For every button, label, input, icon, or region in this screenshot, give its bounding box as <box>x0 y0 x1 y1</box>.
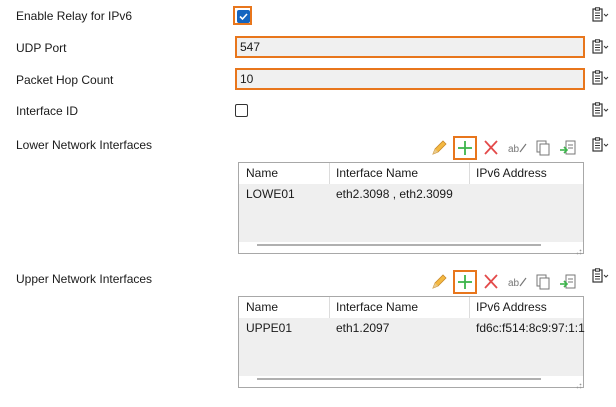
table-body: LOWE01 eth2.3098 , eth2.3099 <box>239 184 583 242</box>
horizontal-scrollbar[interactable] <box>257 378 541 380</box>
column-header-ipv6-address[interactable]: IPv6 Address <box>469 163 585 184</box>
checkmark-icon <box>237 10 250 23</box>
delete-icon[interactable] <box>480 137 502 159</box>
hop-count-input[interactable]: 10 <box>235 68 585 90</box>
enable-relay-checkbox[interactable] <box>233 6 252 25</box>
clipboard-menu-icon[interactable] <box>591 102 609 118</box>
udp-port-input[interactable]: 547 <box>235 36 585 58</box>
lower-interfaces-table[interactable]: Name Interface Name IPv6 Address LOWE01 … <box>238 162 584 255</box>
resize-grip-icon[interactable] <box>574 244 582 255</box>
column-header-name[interactable]: Name <box>239 297 329 318</box>
clipboard-menu-icon[interactable] <box>591 70 609 86</box>
clipboard-menu-icon[interactable] <box>591 137 609 153</box>
table-row[interactable]: UPPE01 eth1.2097 fd6c:f514:8c9:97:1:1:1 <box>239 320 585 336</box>
interface-id-checkbox[interactable] <box>235 104 254 123</box>
cell-name: UPPE01 <box>246 321 293 335</box>
column-header-interface-name[interactable]: Interface Name <box>329 297 469 318</box>
lower-interfaces-label: Lower Network Interfaces <box>16 138 153 152</box>
import-icon[interactable] <box>558 137 580 159</box>
resize-grip-icon[interactable] <box>574 378 582 389</box>
upper-interfaces-label: Upper Network Interfaces <box>16 272 153 286</box>
table-header: Name Interface Name IPv6 Address <box>239 163 583 184</box>
svg-text:ab: ab <box>508 144 520 155</box>
edit-icon[interactable] <box>428 271 450 293</box>
interface-id-label: Interface ID <box>16 104 79 118</box>
upper-interfaces-table[interactable]: Name Interface Name IPv6 Address UPPE01 … <box>238 296 585 389</box>
hop-count-label: Packet Hop Count <box>16 73 114 87</box>
svg-text:ab: ab <box>508 278 520 289</box>
delete-icon[interactable] <box>480 271 502 293</box>
rename-icon[interactable]: ab <box>506 137 528 159</box>
clipboard-menu-icon[interactable] <box>591 268 609 284</box>
enable-relay-label: Enable Relay for IPv6 <box>16 9 133 23</box>
column-header-name[interactable]: Name <box>239 163 329 184</box>
table-header: Name Interface Name IPv6 Address <box>239 297 583 318</box>
edit-icon[interactable] <box>428 137 450 159</box>
rename-icon[interactable]: ab <box>506 271 528 293</box>
import-icon[interactable] <box>558 271 580 293</box>
copy-icon[interactable] <box>532 137 554 159</box>
column-header-ipv6-address[interactable]: IPv6 Address <box>469 297 585 318</box>
udp-port-label: UDP Port <box>16 41 67 55</box>
cell-interface-name: eth1.2097 <box>336 321 390 335</box>
copy-icon[interactable] <box>532 271 554 293</box>
add-icon[interactable] <box>453 270 477 294</box>
cell-ipv6-address: fd6c:f514:8c9:97:1:1:1 <box>476 321 585 335</box>
cell-ipv6-address <box>469 186 585 202</box>
column-header-interface-name[interactable]: Interface Name <box>329 163 469 184</box>
table-body: UPPE01 eth1.2097 fd6c:f514:8c9:97:1:1:1 <box>239 318 585 376</box>
horizontal-scrollbar[interactable] <box>257 244 541 246</box>
cell-interface-name: eth2.3098 , eth2.3099 <box>336 187 453 201</box>
add-icon[interactable] <box>453 136 477 160</box>
cell-name: LOWE01 <box>246 187 295 201</box>
clipboard-menu-icon[interactable] <box>591 7 609 23</box>
table-row[interactable]: LOWE01 eth2.3098 , eth2.3099 <box>239 186 583 202</box>
clipboard-menu-icon[interactable] <box>591 39 609 55</box>
